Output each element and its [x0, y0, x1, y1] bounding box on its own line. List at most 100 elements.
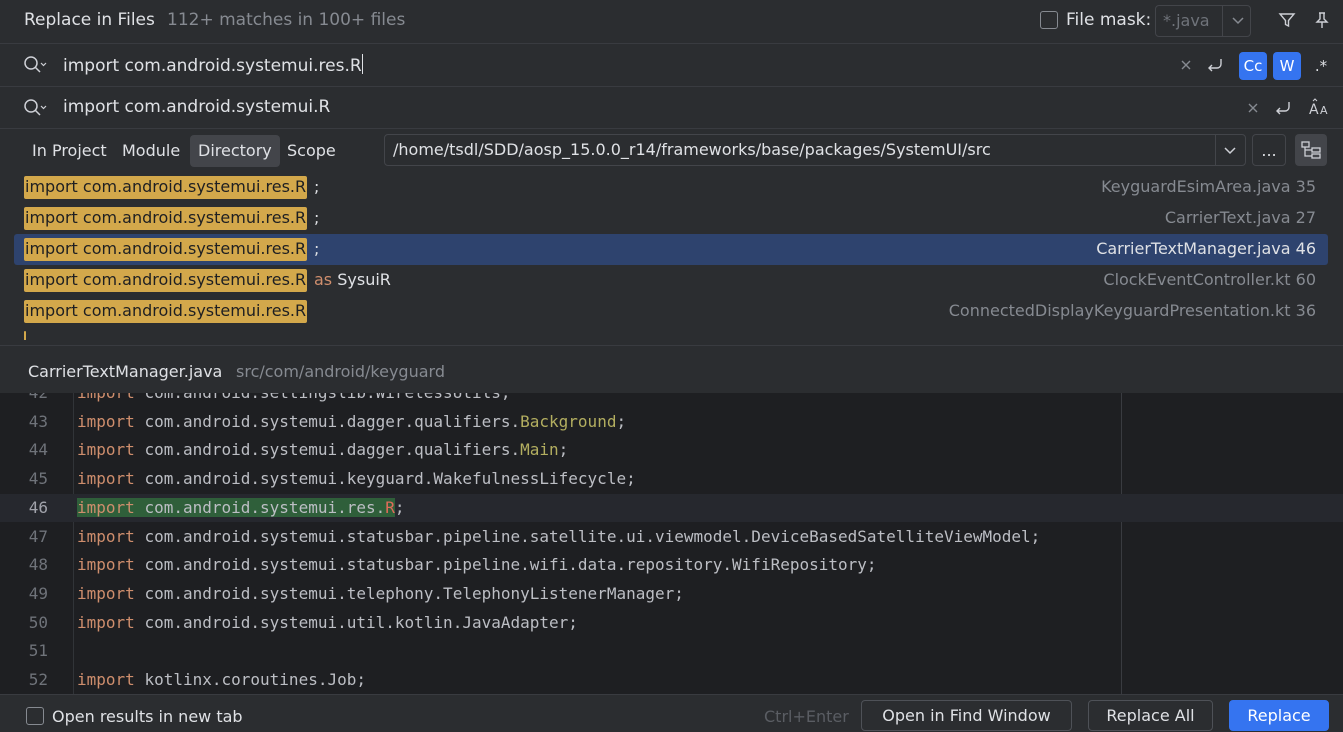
code-preview[interactable]: 42 import com.android.settingslib.Wireles…: [0, 393, 1343, 694]
chevron-down-icon[interactable]: [1220, 140, 1240, 160]
match-highlight: import com.android.systemui.res.R: [24, 300, 308, 323]
code-line-43: 43 import com.android.systemui.dagger.qua…: [0, 408, 1343, 437]
regex-toggle[interactable]: .*: [1307, 52, 1335, 80]
code-text: import com.android.systemui.dagger.quali…: [77, 411, 627, 431]
directory-path: /home/tsdl/SDD/aosp_15.0.0_r14/framework…: [393, 140, 991, 159]
tab-directory[interactable]: Directory: [190, 135, 280, 167]
result-file: CarrierTextManager.java 46: [1096, 239, 1316, 258]
match-highlight: import com.android.systemui.res.R: [24, 207, 308, 230]
find-row: import com.android.systemui.res.R Cc W .…: [0, 43, 1343, 85]
code-text: import com.android.systemui.res.R;: [77, 497, 405, 517]
file-mask-checkbox[interactable]: [1040, 11, 1058, 29]
line-number: 47: [28, 526, 48, 546]
preview-file-path: src/com/android/keyguard: [236, 362, 445, 381]
open-new-tab-checkbox[interactable]: [26, 707, 44, 725]
svg-text:A: A: [1309, 102, 1319, 118]
replace-all-button[interactable]: Replace All: [1088, 700, 1213, 731]
code-line-45: 45 import com.android.systemui.keyguard.W…: [0, 465, 1343, 494]
replace-input[interactable]: import com.android.systemui.R: [63, 97, 330, 117]
line-number: 48: [28, 555, 48, 575]
dialog-title: Replace in Files: [24, 10, 155, 30]
line-number: 52: [28, 670, 48, 689]
file-mask-combo[interactable]: *.java: [1155, 5, 1251, 37]
line-number: 46: [28, 497, 48, 517]
filter-icon[interactable]: [1274, 7, 1300, 33]
match-case-toggle[interactable]: Cc: [1239, 52, 1267, 80]
result-row-partial[interactable]: [14, 327, 1328, 340]
match-highlight: import com.android.systemui.res.R: [24, 238, 308, 261]
result-file: ConnectedDisplayKeyguardPresentation.kt …: [948, 301, 1316, 320]
match-highlight: [24, 331, 26, 340]
result-suffix: SysuiR: [332, 270, 391, 289]
results-list: import com.android.systemui.res.R ; Keyg…: [0, 172, 1343, 340]
clear-replace-icon[interactable]: [1240, 95, 1266, 121]
line-number: 42: [0, 393, 48, 402]
result-row[interactable]: import com.android.systemui.res.R ; Keyg…: [14, 172, 1328, 203]
code-text: import com.android.systemui.util.kotlin.…: [77, 612, 578, 632]
line-number: 43: [28, 411, 48, 431]
new-line-icon[interactable]: [1270, 95, 1296, 121]
tab-scope[interactable]: Scope: [279, 135, 344, 167]
result-suffix: ;: [314, 177, 320, 196]
dialog-footer: Open results in new tab Ctrl+Enter Open …: [0, 694, 1343, 732]
whole-words-toggle[interactable]: W: [1273, 52, 1301, 80]
result-row[interactable]: import com.android.systemui.res.R Connec…: [14, 296, 1328, 327]
code-text: import com.android.systemui.statusbar.pi…: [77, 526, 1041, 546]
result-row-selected[interactable]: import com.android.systemui.res.R ; Carr…: [14, 234, 1328, 265]
scope-row: In Project Module Directory Scope /home/…: [0, 128, 1343, 172]
replace-history-icon[interactable]: [22, 97, 48, 119]
code-line-49: 49 import com.android.systemui.telephony.…: [0, 580, 1343, 609]
line-number: 50: [28, 612, 48, 632]
preview-header: CarrierTextManager.java src/com/android/…: [0, 345, 1343, 393]
browse-button[interactable]: ...: [1252, 134, 1286, 166]
file-mask-value: *.java: [1163, 11, 1210, 30]
line-number: 51: [28, 641, 48, 661]
search-history-icon[interactable]: [22, 54, 48, 76]
preserve-case-icon[interactable]: AA: [1307, 95, 1333, 121]
find-input[interactable]: import com.android.systemui.res.R: [63, 54, 364, 76]
clear-find-icon[interactable]: [1173, 52, 1199, 78]
new-line-icon[interactable]: [1202, 52, 1228, 78]
result-suffix: ;: [314, 239, 320, 258]
code-text: import com.android.systemui.telephony.Te…: [77, 583, 684, 603]
preview-file-name: CarrierTextManager.java: [28, 362, 223, 381]
code-text: import kotlinx.coroutines.Job;: [77, 670, 366, 689]
code-line-46: 46 import com.android.systemui.res.R;: [0, 493, 1343, 523]
result-row[interactable]: import com.android.systemui.res.R ; Carr…: [14, 203, 1328, 234]
open-in-find-window-button[interactable]: Open in Find Window: [861, 700, 1072, 731]
replace-row: import com.android.systemui.R AA: [0, 86, 1343, 128]
svg-text:A: A: [1320, 104, 1328, 117]
pin-icon[interactable]: [1309, 7, 1335, 33]
match-highlight: import com.android.systemui.res.R: [24, 176, 308, 199]
open-new-tab-label[interactable]: Open results in new tab: [52, 707, 243, 726]
result-file: CarrierText.java 27: [1164, 208, 1316, 227]
line-number: 49: [28, 583, 48, 603]
result-file: KeyguardEsimArea.java 35: [1101, 177, 1316, 196]
code-line-51: 51: [0, 637, 1343, 666]
shortcut-hint: Ctrl+Enter: [764, 707, 849, 726]
result-row[interactable]: import com.android.systemui.res.R as Sys…: [14, 265, 1328, 296]
result-file: ClockEventController.kt 60: [1103, 270, 1316, 289]
file-mask-label[interactable]: File mask:: [1066, 10, 1151, 30]
line-number: 45: [28, 469, 48, 489]
recursive-tree-icon[interactable]: [1295, 134, 1327, 166]
tab-in-project[interactable]: In Project: [24, 135, 115, 167]
replace-button[interactable]: Replace: [1229, 700, 1329, 731]
directory-path-combo[interactable]: /home/tsdl/SDD/aosp_15.0.0_r14/framework…: [384, 134, 1246, 166]
dialog-header: Replace in Files 112+ matches in 100+ fi…: [0, 0, 1343, 42]
code-line-47: 47 import com.android.systemui.statusbar.…: [0, 523, 1343, 552]
code-text: import com.android.systemui.keyguard.Wak…: [77, 469, 636, 489]
code-text: import com.android.systemui.dagger.quali…: [77, 440, 569, 460]
tab-module[interactable]: Module: [114, 135, 188, 167]
code-line-42: 42 import com.android.settingslib.Wireles…: [0, 393, 1343, 408]
code-text: import com.android.systemui.statusbar.pi…: [77, 555, 877, 575]
line-number: 44: [28, 440, 48, 460]
code-line-48: 48 import com.android.systemui.statusbar.…: [0, 551, 1343, 580]
code-line-52: 52 import kotlinx.coroutines.Job;: [0, 666, 1343, 694]
code-line-50: 50 import com.android.systemui.util.kotli…: [0, 609, 1343, 638]
result-suffix-keyword: as: [314, 270, 333, 289]
chevron-down-icon[interactable]: [1228, 10, 1248, 30]
result-suffix: ;: [314, 208, 320, 227]
match-summary: 112+ matches in 100+ files: [167, 10, 406, 30]
code-text: import com.android.settingslib.WirelessU…: [77, 393, 511, 402]
